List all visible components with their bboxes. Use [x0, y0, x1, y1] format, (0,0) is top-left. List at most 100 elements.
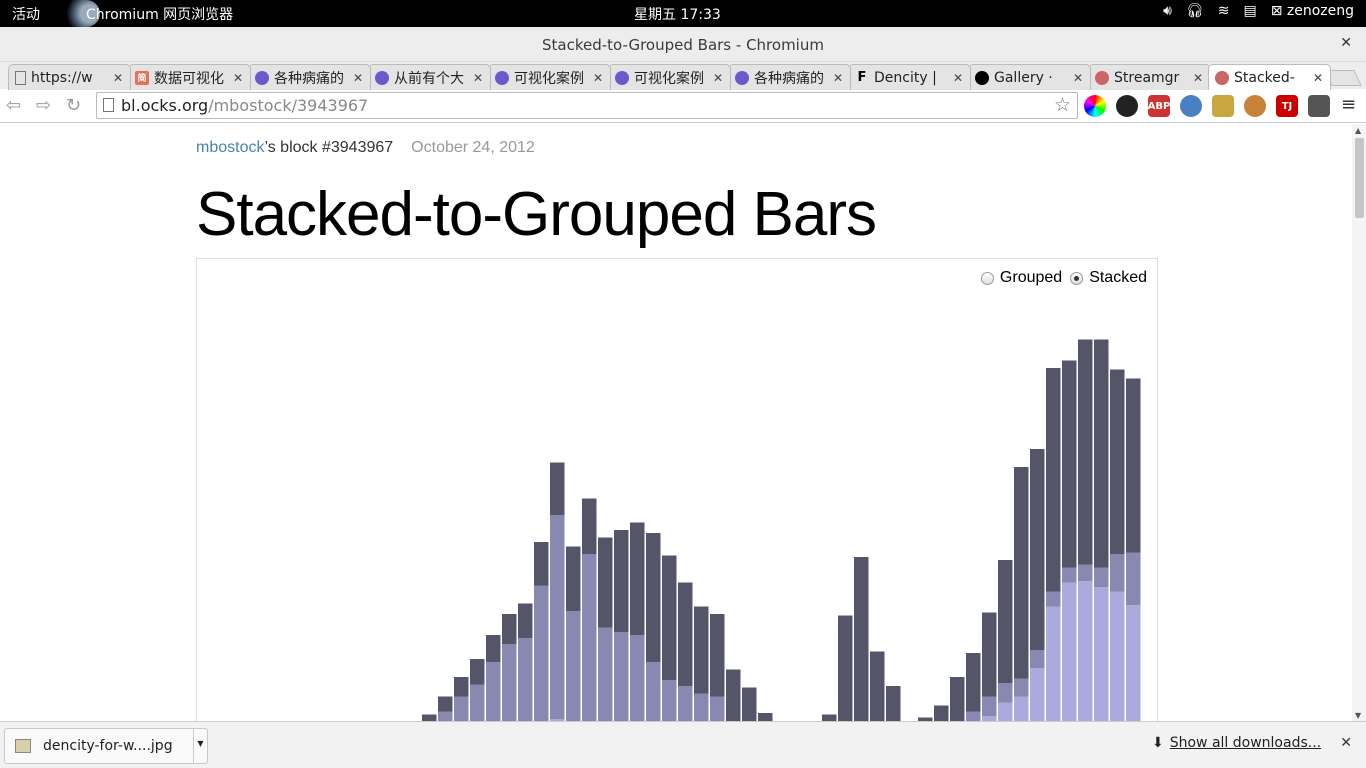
github-icon	[975, 70, 989, 85]
wifi-icon[interactable]: ≋	[1218, 3, 1230, 19]
bar-layer-2	[1078, 339, 1093, 565]
bar-layer-2	[854, 557, 869, 721]
tab-close-icon[interactable]: ✕	[590, 71, 606, 85]
tab-close-icon[interactable]: ✕	[830, 71, 846, 85]
bar-layer-2	[534, 542, 549, 586]
bar-layer-0	[1014, 696, 1029, 721]
bar-layer-1	[438, 711, 453, 721]
extension-bar: ABP TJ	[1084, 95, 1330, 117]
tab-label: 各种病痛的	[274, 70, 344, 87]
ruler-icon[interactable]	[1212, 95, 1234, 117]
bar-layer-2	[934, 705, 949, 721]
bar-layer-1	[710, 696, 725, 721]
tab-label: 可视化案例	[634, 70, 704, 87]
download-item[interactable]: dencity-for-w....jpg ▼	[4, 728, 208, 764]
tab-close-icon[interactable]: ✕	[470, 71, 486, 85]
grouped-option[interactable]: Grouped	[980, 269, 1062, 287]
tab-close-icon[interactable]: ✕	[1070, 71, 1086, 85]
url-path: /mbostock/3943967	[208, 96, 369, 115]
browser-tab[interactable]: 从前有个大 ✕	[368, 64, 491, 90]
clock[interactable]: 星期五 17:33	[634, 4, 721, 24]
user-menu[interactable]: ⊠ zenozeng	[1271, 3, 1354, 19]
grouped-radio[interactable]	[980, 271, 994, 285]
bar-layer-1	[1014, 678, 1029, 697]
tab-close-icon[interactable]: ✕	[1190, 71, 1206, 85]
tampermonkey-icon[interactable]: TJ	[1276, 95, 1298, 117]
bar-layer-1	[630, 635, 645, 721]
stacked-option[interactable]: Stacked	[1070, 269, 1147, 287]
clipboard-icon[interactable]: ▤	[1243, 3, 1256, 19]
browser-tab[interactable]: Stacked- ✕	[1208, 64, 1331, 90]
tab-label: Gallery ·	[994, 69, 1053, 86]
tab-label: 各种病痛的	[754, 70, 824, 87]
tab-close-icon[interactable]: ✕	[110, 71, 126, 85]
tab-close-icon[interactable]: ✕	[950, 71, 966, 85]
headphones-icon[interactable]: 🎧︎	[1186, 3, 1204, 19]
activities-button[interactable]: 活动	[12, 4, 40, 24]
tab-close-icon[interactable]: ✕	[710, 71, 726, 85]
browser-tab[interactable]: 可视化案例 ✕	[608, 64, 731, 90]
scroll-down-icon[interactable]: ▼	[1355, 711, 1361, 720]
download-menu-caret[interactable]: ▼	[193, 729, 207, 763]
bar-layer-2	[566, 546, 581, 611]
show-all-downloads-link[interactable]: ⬇ Show all downloads...	[1152, 735, 1321, 751]
username: zenozeng	[1286, 3, 1354, 19]
tab-label: Stacked-	[1234, 69, 1295, 86]
browser-tab[interactable]: 各种病痛的 ✕	[248, 64, 371, 90]
stacked-bar-chart	[422, 339, 1141, 721]
bar-layer-2	[726, 669, 741, 721]
window-close-button[interactable]: ✕	[1340, 35, 1352, 51]
page-icon	[103, 98, 114, 112]
tab-close-icon[interactable]: ✕	[230, 71, 246, 85]
tab-close-icon[interactable]: ✕	[350, 71, 366, 85]
bar-layer-2	[518, 603, 533, 638]
browser-tab[interactable]: 简数据可视化 ✕	[128, 64, 251, 90]
bar-layer-1	[694, 693, 709, 721]
adblock-icon[interactable]: ABP	[1148, 95, 1170, 117]
page-title: Stacked-to-Grouped Bars	[196, 180, 877, 249]
close-download-shelf-button[interactable]: ✕	[1340, 735, 1352, 751]
scroll-up-icon[interactable]: ▲	[1355, 126, 1361, 135]
browser-tab[interactable]: 各种病痛的 ✕	[728, 64, 851, 90]
bar-layer-2	[966, 653, 981, 712]
stacked-radio[interactable]	[1070, 271, 1084, 285]
tab-close-icon[interactable]: ✕	[1310, 71, 1326, 85]
color-wheel-icon[interactable]	[1084, 95, 1106, 117]
bar-layer-2	[662, 555, 677, 680]
page-scrollbar[interactable]: ▲ ▼	[1352, 124, 1366, 721]
browser-tab[interactable]: F Dencity | ✕	[848, 64, 971, 90]
cookie-icon[interactable]	[1244, 95, 1266, 117]
tab-label: 从前有个大	[394, 70, 464, 87]
browser-tab[interactable]: Gallery · ✕	[968, 64, 1091, 90]
browser-tab[interactable]: 可视化案例 ✕	[488, 64, 611, 90]
bar-layer-2	[1046, 368, 1061, 592]
bar-layer-1	[1094, 567, 1109, 587]
chrome-icon	[375, 70, 389, 85]
back-icon[interactable]: ⇦	[6, 95, 21, 116]
chrome-icon	[615, 70, 629, 85]
globe-icon[interactable]	[1180, 95, 1202, 117]
scrollbar-thumb[interactable]	[1355, 138, 1364, 218]
bar-layer-1	[1062, 567, 1077, 583]
reload-icon[interactable]: ↻	[66, 95, 81, 116]
chrome-icon	[735, 70, 749, 85]
browser-tab[interactable]: https://w ✕	[8, 64, 131, 90]
bar-layer-2	[598, 537, 613, 628]
address-bar[interactable]: bl.ocks.org/mbostock/3943967 ☆	[96, 92, 1078, 119]
volume-icon[interactable]: 🔊︎	[1163, 3, 1172, 19]
forward-icon[interactable]: ⇨	[36, 95, 51, 116]
bar-layer-1	[614, 632, 629, 721]
menu-icon[interactable]: ≡	[1341, 94, 1356, 115]
chart-icon[interactable]	[1308, 95, 1330, 117]
block-date: October 24, 2012	[411, 139, 535, 156]
bookmark-star-icon[interactable]: ☆	[1054, 93, 1071, 118]
app-menu[interactable]: Chromium 网页浏览器	[64, 0, 233, 27]
tab-strip: https://w ✕ 简数据可视化 ✕ 各种病痛的 ✕ 从前有个大 ✕ 可视化案例 ✕ 可视化案例…	[0, 62, 1366, 90]
bar-layer-2	[646, 533, 661, 662]
page-content: mbostock’s block #3943967 October 24, 201…	[0, 124, 1352, 721]
author-link[interactable]: mbostock	[196, 139, 264, 156]
system-tray[interactable]: 🔊︎ 🎧︎ ≋ ▤ ⊠ zenozeng	[1163, 3, 1354, 19]
sync-icon[interactable]	[1116, 95, 1138, 117]
browser-tab[interactable]: Streamgr ✕	[1088, 64, 1211, 90]
bar-layer-1	[582, 554, 597, 721]
